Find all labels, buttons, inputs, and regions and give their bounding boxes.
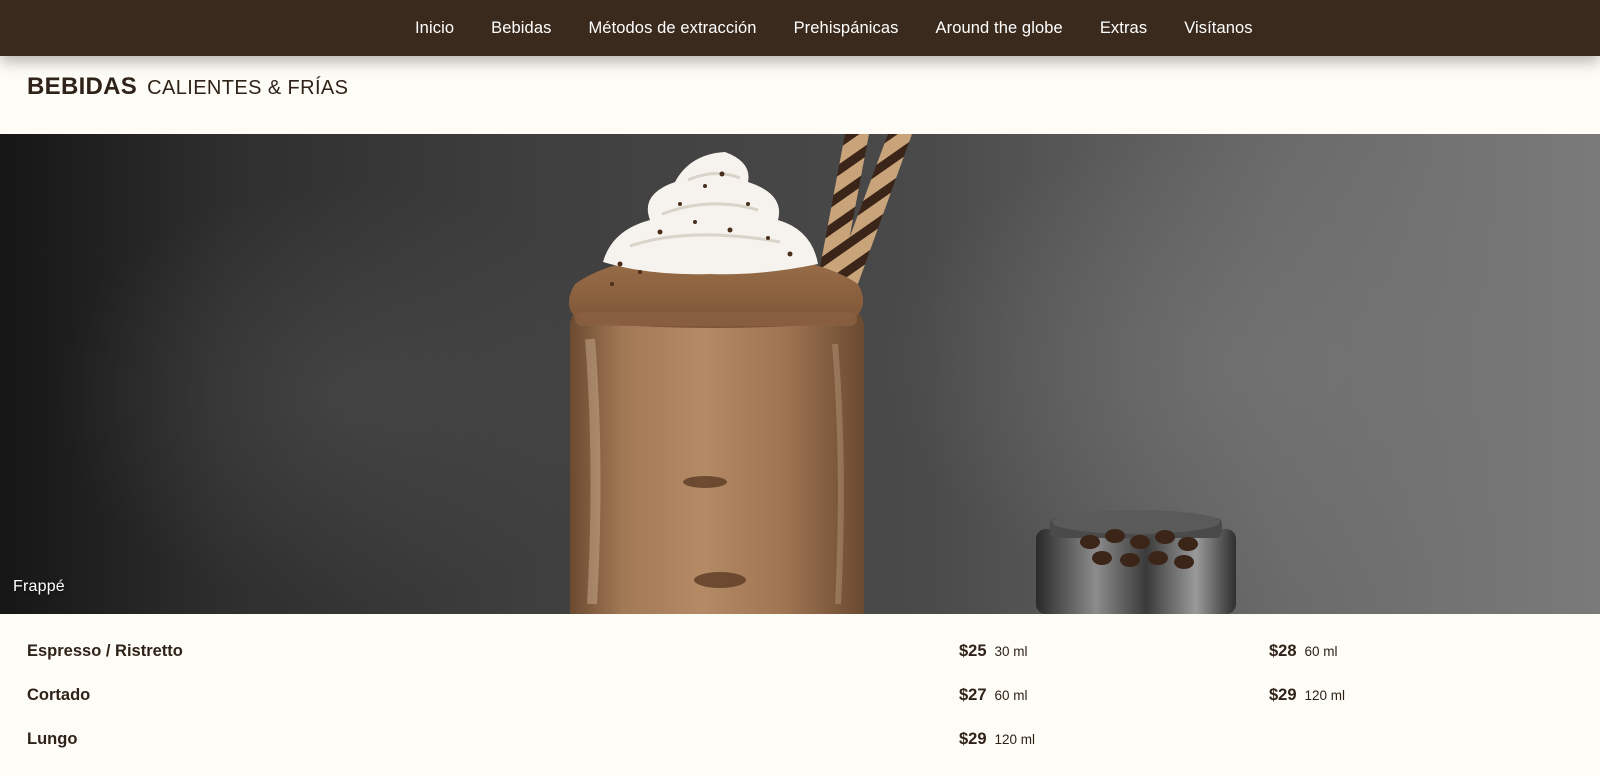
page-subtitle: CALIENTES & FRÍAS (147, 77, 349, 99)
size-label: 60 ml (994, 688, 1028, 703)
price-option: $25 30 ml (959, 642, 1028, 661)
page-heading: BEBIDAS CALIENTES & FRÍAS (27, 73, 348, 107)
page-title: BEBIDAS (27, 73, 138, 100)
nav-link-prehispanicas[interactable]: Prehispánicas (794, 19, 899, 38)
price-value: $25 (959, 642, 987, 660)
price-option: $29 120 ml (1269, 686, 1345, 705)
nav-link-visitanos[interactable]: Visítanos (1184, 19, 1252, 38)
menu-row: Lungo $29 120 ml (0, 718, 1600, 762)
menu-row: Cortado $27 60 ml $29 120 ml (0, 674, 1600, 718)
top-navigation: Inicio Bebidas Métodos de extracción Pre… (0, 0, 1600, 56)
size-label: 60 ml (1304, 644, 1338, 659)
size-label: 30 ml (994, 644, 1028, 659)
price-option: $27 60 ml (959, 686, 1028, 705)
size-label: 120 ml (994, 732, 1036, 747)
nav-link-inicio[interactable]: Inicio (415, 19, 454, 38)
whipped-cream (603, 152, 818, 286)
menu-row: Espresso / Ristretto $25 30 ml $28 60 ml (0, 630, 1600, 674)
menu-item-name: Lungo (27, 730, 78, 748)
coffee-bean-jar (1036, 510, 1236, 614)
hero-banner: Frappé (0, 134, 1600, 614)
size-label: 120 ml (1304, 688, 1346, 703)
price-option: $29 120 ml (959, 730, 1035, 749)
nav-link-extras[interactable]: Extras (1100, 19, 1147, 38)
menu-item-name: Espresso / Ristretto (27, 642, 183, 660)
nav-link-around-the-globe[interactable]: Around the globe (936, 19, 1063, 38)
price-value: $29 (959, 730, 987, 748)
price-value: $28 (1269, 642, 1297, 660)
price-option: $28 60 ml (1269, 642, 1338, 661)
price-value: $29 (1269, 686, 1297, 704)
nav-list: Inicio Bebidas Métodos de extracción Pre… (415, 0, 1253, 56)
nav-link-bebidas[interactable]: Bebidas (491, 19, 551, 38)
nav-link-metodos-de-extraccion[interactable]: Métodos de extracción (588, 19, 756, 38)
hero-caption: Frappé (13, 578, 65, 595)
menu-list: Espresso / Ristretto $25 30 ml $28 60 ml… (0, 630, 1600, 762)
frappe-glass (568, 255, 865, 614)
price-value: $27 (959, 686, 987, 704)
menu-item-name: Cortado (27, 686, 91, 704)
frappe-illustration (568, 134, 1236, 614)
